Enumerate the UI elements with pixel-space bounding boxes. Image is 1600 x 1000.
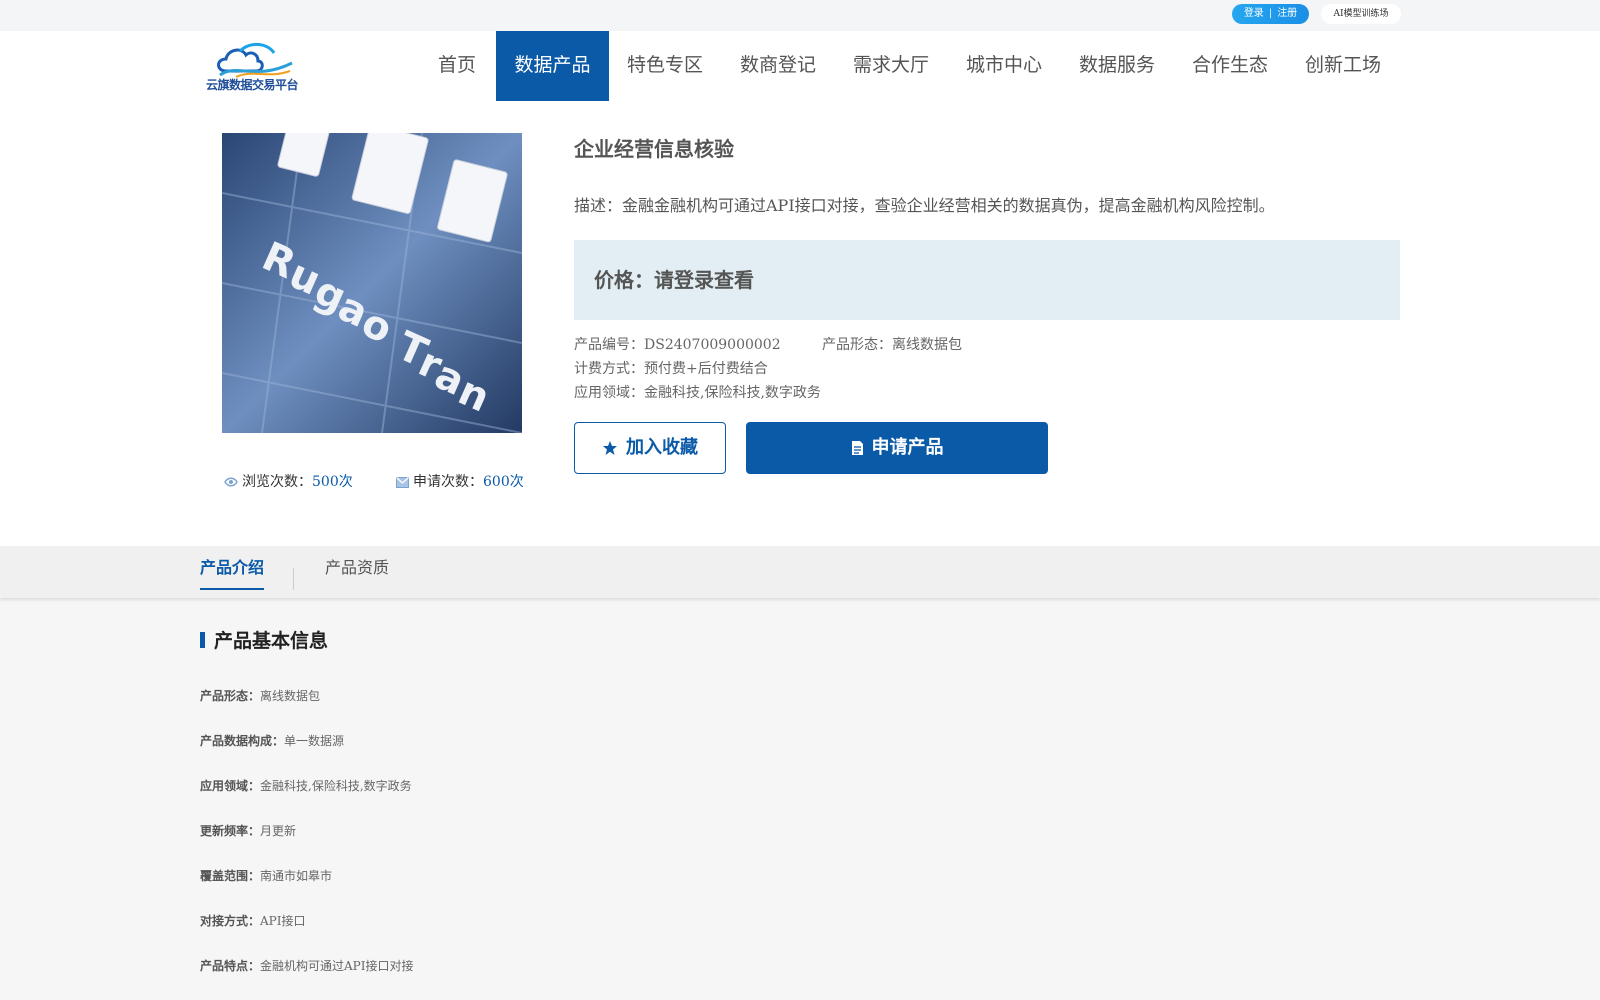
nav-item-data-products[interactable]: 数据产品: [496, 31, 609, 101]
tab-product-qualification[interactable]: 产品资质: [325, 546, 389, 598]
info-key: 产品特点：: [200, 959, 261, 973]
building-sign-graphic: Rug aoT ran: [222, 133, 522, 433]
product-form: 产品形态：离线数据包: [822, 337, 962, 353]
site-logo[interactable]: 云旗数据交易平台: [206, 41, 301, 93]
nav-item-featured-zone[interactable]: 特色专区: [626, 31, 704, 101]
apply-count-label: 申请次数：: [413, 474, 483, 490]
info-row-coverage: 覆盖范围：南通市如皋市: [200, 867, 332, 884]
billing-method: 计费方式：预付费+后付费结合: [574, 361, 768, 377]
login-separator: |: [1268, 8, 1273, 19]
view-count: 浏览次数：500次: [224, 471, 353, 491]
product-detail: Rug aoT ran 浏览次数：500次 申请次数：600次 企业经营信息核验…: [0, 102, 1600, 546]
logo-text: 云旗数据交易平台: [206, 78, 299, 92]
price-box: 价格：请登录查看: [574, 240, 1400, 320]
main-header: 云旗数据交易平台 首页 数据产品 特色专区 数商登记 需求大厅 城市中心 数据服…: [0, 31, 1600, 102]
detail-tabs: 产品介绍 产品资质: [0, 546, 1600, 598]
section-accent-bar: [200, 632, 205, 648]
info-key: 产品数据构成：: [200, 734, 285, 748]
nav-item-partner-ecosystem[interactable]: 合作生态: [1191, 31, 1269, 101]
apply-product-button[interactable]: 申请产品: [746, 422, 1048, 474]
info-key: 应用领域：: [200, 779, 261, 793]
section-heading: 产品基本信息: [214, 630, 329, 652]
top-utility-bar: 登录 | 注册 AI模型训练场: [0, 0, 1600, 31]
nav-item-demand-hall[interactable]: 需求大厅: [852, 31, 930, 101]
info-key: 覆盖范围：: [200, 869, 261, 883]
info-value: 离线数据包: [260, 689, 321, 703]
info-row-composition: 产品数据构成：单一数据源: [200, 732, 344, 749]
mail-icon: [396, 476, 409, 488]
info-row-features: 产品特点：金融机构可通过API接口对接: [200, 957, 414, 974]
info-key: 产品形态：: [200, 689, 261, 703]
document-icon: [851, 441, 863, 455]
product-description: 描述：金融金融机构可通过API接口对接，查验企业经营相关的数据真伪，提高金融机构…: [574, 196, 1275, 215]
product-image: Rug aoT ran: [222, 133, 522, 433]
info-row-integration: 对接方式：API接口: [200, 912, 306, 929]
apply-product-label: 申请产品: [871, 437, 944, 458]
info-value: 金融科技,保险科技,数字政务: [260, 779, 412, 793]
product-code: 产品编号：DS2407009000002: [574, 337, 781, 353]
star-icon: [603, 441, 617, 455]
view-count-label: 浏览次数：: [242, 474, 312, 490]
tab-product-intro[interactable]: 产品介绍: [200, 546, 265, 598]
nav-item-data-services[interactable]: 数据服务: [1078, 31, 1156, 101]
tab-divider: [293, 568, 294, 590]
login-link[interactable]: 登录: [1244, 4, 1264, 24]
nav-item-city-center[interactable]: 城市中心: [965, 31, 1043, 101]
info-value: 单一数据源: [284, 734, 345, 748]
apply-count-value: 600次: [483, 474, 524, 490]
info-row-update-frequency: 更新频率：月更新: [200, 822, 296, 839]
eye-icon: [224, 477, 238, 487]
view-count-value: 500次: [312, 474, 353, 490]
info-key: 对接方式：: [200, 914, 261, 928]
info-row-domain: 应用领域：金融科技,保险科技,数字政务: [200, 777, 412, 794]
add-to-favorites-button[interactable]: 加入收藏: [574, 422, 726, 474]
login-register-pill: 登录 | 注册: [1232, 4, 1309, 24]
info-value: 月更新: [260, 824, 297, 838]
nav-item-merchant-registration[interactable]: 数商登记: [739, 31, 817, 101]
info-value: 南通市如皋市: [260, 869, 333, 883]
product-title: 企业经营信息核验: [574, 137, 734, 161]
price-text: 价格：请登录查看: [594, 268, 754, 292]
cloud-logo-icon: [217, 43, 293, 78]
nav-item-innovation-workshop[interactable]: 创新工场: [1304, 31, 1382, 101]
info-value: 金融机构可通过API接口对接: [260, 959, 414, 973]
application-domain: 应用领域：金融科技,保险科技,数字政务: [574, 385, 821, 401]
add-to-favorites-label: 加入收藏: [626, 437, 698, 458]
info-key: 更新频率：: [200, 824, 261, 838]
apply-count: 申请次数：600次: [396, 471, 524, 491]
register-link[interactable]: 注册: [1277, 4, 1297, 24]
ai-training-link[interactable]: AI模型训练场: [1321, 4, 1401, 24]
info-row-form: 产品形态：离线数据包: [200, 687, 320, 704]
nav-item-home[interactable]: 首页: [431, 31, 483, 101]
info-value: API接口: [260, 914, 306, 928]
